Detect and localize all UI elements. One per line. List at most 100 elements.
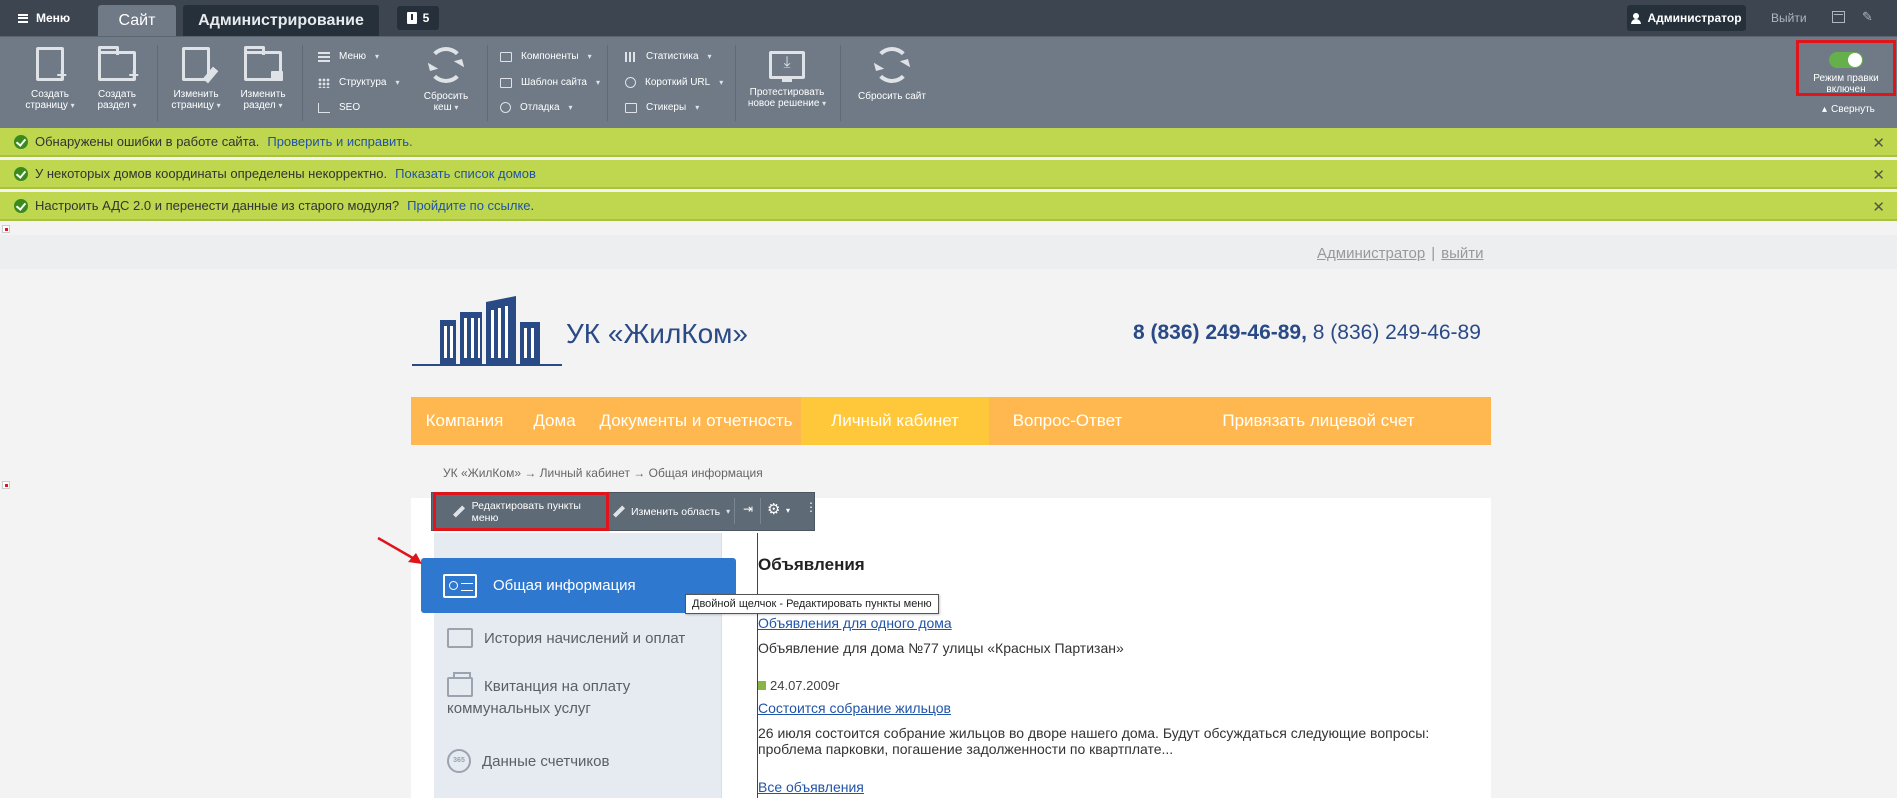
- id-card-icon: [443, 573, 477, 598]
- alert-row: Обнаружены ошибки в работе сайта. Провер…: [0, 128, 1897, 157]
- site-logout-link[interactable]: выйти: [1441, 245, 1483, 262]
- nav-item-label: Данные счетчиков: [482, 752, 610, 770]
- toolbar-divider: [607, 45, 608, 121]
- short-url-dropdown[interactable]: Короткий URL ▾: [625, 77, 723, 88]
- announcements-title: Объявления: [758, 555, 865, 574]
- close-icon[interactable]: ✕: [1872, 134, 1885, 152]
- nav-item-label: История начислений и оплат: [484, 629, 686, 647]
- nav-item-meters[interactable]: 365 Данные счетчиков: [447, 749, 609, 773]
- announcement-text: Объявление для дома №77 улицы «Красных П…: [758, 640, 1124, 656]
- tooltip: Двойной щелчок - Редактировать пункты ме…: [685, 594, 939, 614]
- drag-handle-icon[interactable]: ⋮: [805, 500, 817, 514]
- chevron-down-icon[interactable]: ▾: [786, 506, 790, 515]
- toolbar-divider: [735, 45, 736, 121]
- chevron-down-icon: ▾: [726, 507, 731, 516]
- nav-item-receipt[interactable]: Квитанция на оплату коммунальных услуг: [447, 672, 630, 720]
- edit-area-marker-icon[interactable]: [2, 225, 10, 233]
- user-button[interactable]: Администратор: [1627, 5, 1746, 31]
- pin-icon[interactable]: ✎: [1862, 9, 1873, 25]
- company-name[interactable]: УК «ЖилКом»: [566, 318, 748, 350]
- chart-icon: [318, 102, 330, 113]
- test-solution-button[interactable]: Протестировать новое решение ▾: [744, 47, 830, 109]
- edit-section-button[interactable]: Изменить раздел ▾: [234, 46, 292, 111]
- logout-link[interactable]: Выйти: [1771, 11, 1807, 25]
- components-dropdown[interactable]: Компоненты ▾: [500, 51, 592, 62]
- menu-button[interactable]: Меню: [18, 11, 70, 25]
- phone-primary: 8 (836) 249-46-89,: [1133, 321, 1307, 344]
- admin-topbar: Меню Сайт Администрирование 5 Администра…: [0, 0, 1897, 36]
- alert-text: Настроить АДС 2.0 и перенести данные из …: [35, 198, 400, 213]
- toolbar-divider: [487, 45, 488, 121]
- edit-mode-label-1: Режим правки: [1813, 73, 1879, 84]
- create-page-button[interactable]: + Создать страницу ▾: [20, 47, 80, 111]
- announcement-link[interactable]: Объявления для одного дома: [758, 615, 952, 631]
- edit-menu-items-label: Редактировать пункты меню: [471, 499, 581, 524]
- alert-link[interactable]: Показать список домов: [395, 166, 536, 181]
- all-announcements-link[interactable]: Все объявления: [758, 779, 864, 795]
- nav-item-label: Общая информация: [493, 577, 636, 594]
- site-user-link[interactable]: Администратор: [1317, 245, 1425, 262]
- reset-site-button[interactable]: Сбросить сайт: [852, 47, 932, 102]
- change-area-button[interactable]: Изменить область ▾: [613, 492, 730, 531]
- menu-item-account[interactable]: Личный кабинет: [801, 397, 989, 445]
- menu-item-houses[interactable]: Дома: [518, 397, 591, 445]
- red-arrow-annotation: [377, 536, 422, 564]
- site-template-dropdown[interactable]: Шаблон сайта ▾: [500, 77, 600, 88]
- edit-menu-items-button[interactable]: Редактировать пункты меню: [433, 492, 609, 531]
- site-main-menu: Компания Дома Документы и отчетность Лич…: [411, 397, 1491, 445]
- printer-icon: [447, 672, 473, 697]
- nav-item-label-line2: коммунальных услуг: [447, 700, 591, 717]
- breadcrumb[interactable]: УК «ЖилКом» → Личный кабинет → Общая инф…: [443, 466, 763, 480]
- edit-page-icon: [182, 47, 219, 84]
- window-icon[interactable]: [1832, 11, 1845, 23]
- gear-icon[interactable]: ⚙: [767, 500, 780, 518]
- menu-item-company[interactable]: Компания: [411, 397, 518, 445]
- pin-icon[interactable]: ⇥: [743, 502, 753, 516]
- statistics-dropdown[interactable]: Статистика ▾: [625, 51, 712, 62]
- create-section-button[interactable]: + Создать раздел ▾: [88, 46, 146, 111]
- check-circle-icon: [14, 134, 28, 149]
- document-icon: [447, 628, 473, 648]
- chevron-up-icon: ▴: [1822, 104, 1828, 115]
- alert-link[interactable]: Пройдите по ссылке: [407, 198, 530, 213]
- stickers-dropdown[interactable]: Стикеры ▾: [625, 102, 699, 113]
- edit-area-marker-icon[interactable]: [2, 481, 10, 489]
- notifications-count: 5: [422, 11, 430, 25]
- tab-administration[interactable]: Администрирование: [183, 5, 379, 36]
- menu-item-faq[interactable]: Вопрос-Ответ: [989, 397, 1146, 445]
- close-icon[interactable]: ✕: [1872, 166, 1885, 184]
- close-icon[interactable]: ✕: [1872, 198, 1885, 216]
- collapse-toolbar-button[interactable]: ▴ Свернуть: [1822, 104, 1875, 115]
- notifications-button[interactable]: 5: [397, 6, 439, 30]
- menu-item-link-account[interactable]: Привязать лицевой счет: [1146, 397, 1491, 445]
- create-section-label-1: Создать: [97, 89, 136, 100]
- edit-mode-toggle[interactable]: Режим правки включен: [1796, 40, 1896, 96]
- collapse-label: Свернуть: [1831, 104, 1875, 115]
- reset-cache-button[interactable]: Сбросить кеш ▾: [415, 47, 477, 113]
- pencil-icon: [613, 506, 625, 518]
- edit-page-button[interactable]: Изменить страницу ▾: [166, 47, 226, 111]
- debug-dropdown[interactable]: Отладка ▾: [500, 102, 573, 113]
- tab-site[interactable]: Сайт: [98, 5, 176, 36]
- change-area-label: Изменить область: [631, 505, 721, 518]
- components-label: Компоненты: [521, 51, 579, 62]
- user-label: Администратор: [1647, 11, 1742, 25]
- announcement-link[interactable]: Состоится собрание жильцов: [758, 700, 951, 716]
- structure-dropdown[interactable]: Структура ▾: [318, 77, 399, 88]
- company-logo-icon[interactable]: [412, 292, 562, 366]
- nav-item-history[interactable]: История начислений и оплат: [447, 628, 685, 648]
- toolbar-divider: [840, 45, 841, 121]
- component-icon: [500, 51, 512, 62]
- seo-label: SEO: [339, 102, 361, 113]
- menu-item-documents[interactable]: Документы и отчетность: [591, 397, 801, 445]
- alert-text: У некоторых домов координаты определены …: [35, 166, 388, 181]
- refresh-icon: [428, 47, 464, 83]
- menu-dropdown[interactable]: Меню ▾: [318, 51, 379, 62]
- seo-button[interactable]: SEO: [318, 102, 360, 113]
- edit-section-label-1: Изменить: [240, 89, 286, 100]
- notification-icon: [406, 12, 417, 24]
- meter-icon: 365: [447, 749, 471, 773]
- refresh-icon: [874, 47, 910, 83]
- menu-label: Меню: [36, 11, 71, 25]
- alert-link[interactable]: Проверить и исправить.: [267, 134, 412, 149]
